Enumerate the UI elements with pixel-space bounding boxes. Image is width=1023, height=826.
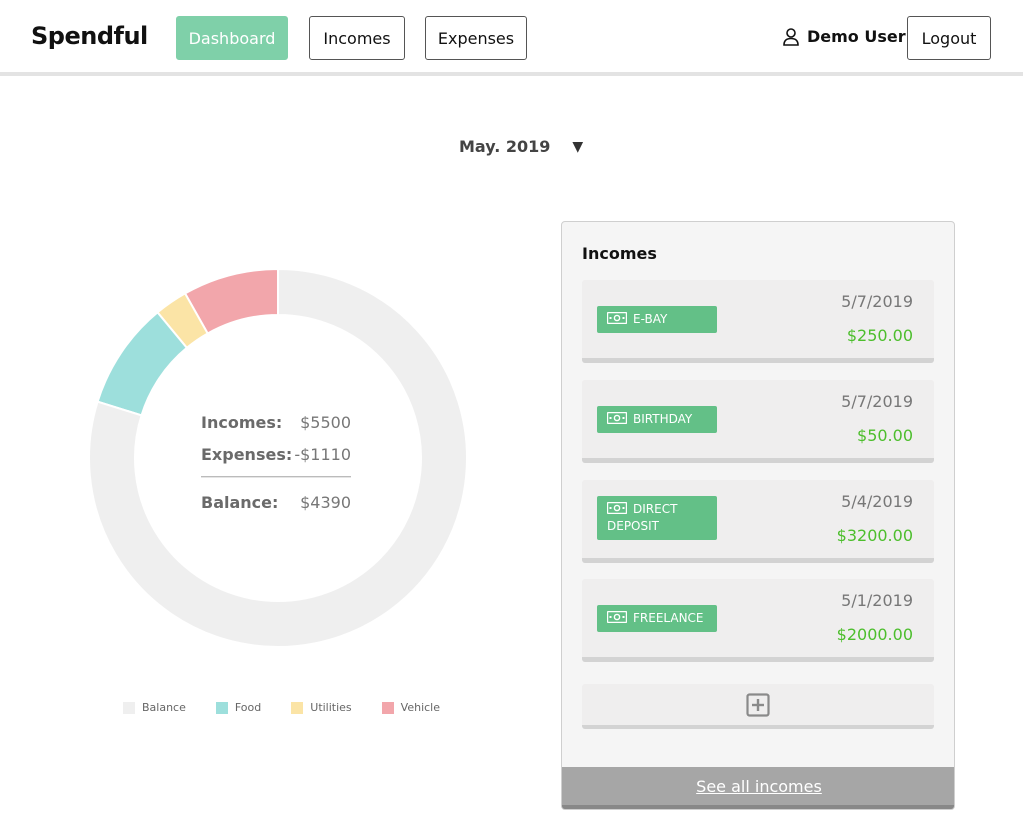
plus-square-icon[interactable] [746, 692, 770, 717]
legend-swatch [381, 701, 394, 714]
add-income-button[interactable] [582, 684, 934, 729]
summary-divider [201, 476, 351, 478]
logout-button[interactable]: Logout [907, 16, 991, 60]
income-name: BIRTHDAY [633, 412, 693, 426]
expenses-summary-value: -$1110 [294, 444, 351, 464]
legend-item-balance[interactable]: Balance [123, 701, 186, 714]
legend-swatch [215, 701, 228, 714]
income-tag: DIRECT DEPOSIT [597, 496, 717, 540]
incomes-panel: Incomes E-BAY 5/7/2019 $250.00 BIRTHDAY … [561, 221, 955, 810]
income-amount: $3200.00 [836, 526, 913, 545]
incomes-summary-row: Incomes: $5500 [201, 406, 351, 438]
user-icon [783, 27, 799, 46]
income-date: 5/7/2019 [841, 292, 913, 311]
expenses-summary-label: Expenses: [201, 444, 293, 464]
income-amount: $250.00 [846, 326, 913, 345]
user-display: Demo User [783, 27, 906, 46]
chart-legend: Balance Food Utilities Vehicle [123, 701, 470, 714]
legend-item-vehicle[interactable]: Vehicle [381, 701, 441, 714]
income-card[interactable]: E-BAY 5/7/2019 $250.00 [582, 280, 934, 363]
legend-label: Balance [142, 701, 186, 714]
income-date: 5/4/2019 [841, 492, 913, 511]
caret-down-icon[interactable]: ▼ [572, 139, 583, 155]
income-name: FREELANCE [633, 611, 704, 625]
income-name: E-BAY [633, 312, 668, 326]
legend-item-utilities[interactable]: Utilities [291, 701, 352, 714]
month-label: May. 2019 [459, 137, 551, 156]
income-tag: FREELANCE [597, 605, 717, 632]
balance-summary-value: $4390 [300, 492, 351, 512]
money-icon [606, 610, 628, 624]
income-card[interactable]: BIRTHDAY 5/7/2019 $50.00 [582, 380, 934, 463]
expenses-summary-row: Expenses: -$1110 [201, 438, 351, 470]
income-card[interactable]: FREELANCE 5/1/2019 $2000.00 [582, 579, 934, 662]
legend-label: Vehicle [400, 701, 441, 714]
income-tag: E-BAY [597, 306, 717, 333]
nav-dashboard-button[interactable]: Dashboard [176, 16, 288, 60]
see-all-incomes-link[interactable]: See all incomes [696, 777, 822, 796]
incomes-summary-label: Incomes: [201, 412, 283, 432]
nav-incomes-button[interactable]: Incomes [309, 16, 405, 60]
money-icon [606, 501, 628, 515]
month-selector[interactable]: May. 2019 ▼ [459, 137, 583, 156]
legend-label: Utilities [310, 701, 352, 714]
income-card[interactable]: DIRECT DEPOSIT 5/4/2019 $3200.00 [582, 480, 934, 563]
income-date: 5/7/2019 [841, 392, 913, 411]
brand-logo[interactable]: Spendful [31, 22, 148, 50]
incomes-summary-value: $5500 [300, 412, 351, 432]
incomes-panel-title: Incomes [582, 244, 657, 263]
user-name: Demo User [807, 27, 906, 46]
money-icon [606, 311, 628, 325]
income-amount: $50.00 [857, 426, 913, 445]
balance-summary-label: Balance: [201, 492, 279, 512]
income-amount: $2000.00 [836, 625, 913, 644]
summary-box: Incomes: $5500 Expenses: -$1110 Balance:… [201, 406, 351, 518]
balance-summary-row: Balance: $4390 [201, 486, 351, 518]
nav-expenses-button[interactable]: Expenses [425, 16, 527, 60]
top-navbar: Spendful Dashboard Incomes Expenses Demo… [0, 0, 1023, 76]
legend-swatch [291, 701, 304, 714]
legend-swatch [123, 701, 135, 714]
income-tag: BIRTHDAY [597, 406, 717, 433]
legend-item-food[interactable]: Food [215, 701, 262, 714]
legend-label: Food [234, 701, 262, 714]
income-date: 5/1/2019 [841, 591, 913, 610]
money-icon [606, 411, 628, 425]
see-all-incomes-bar: See all incomes [562, 767, 954, 809]
